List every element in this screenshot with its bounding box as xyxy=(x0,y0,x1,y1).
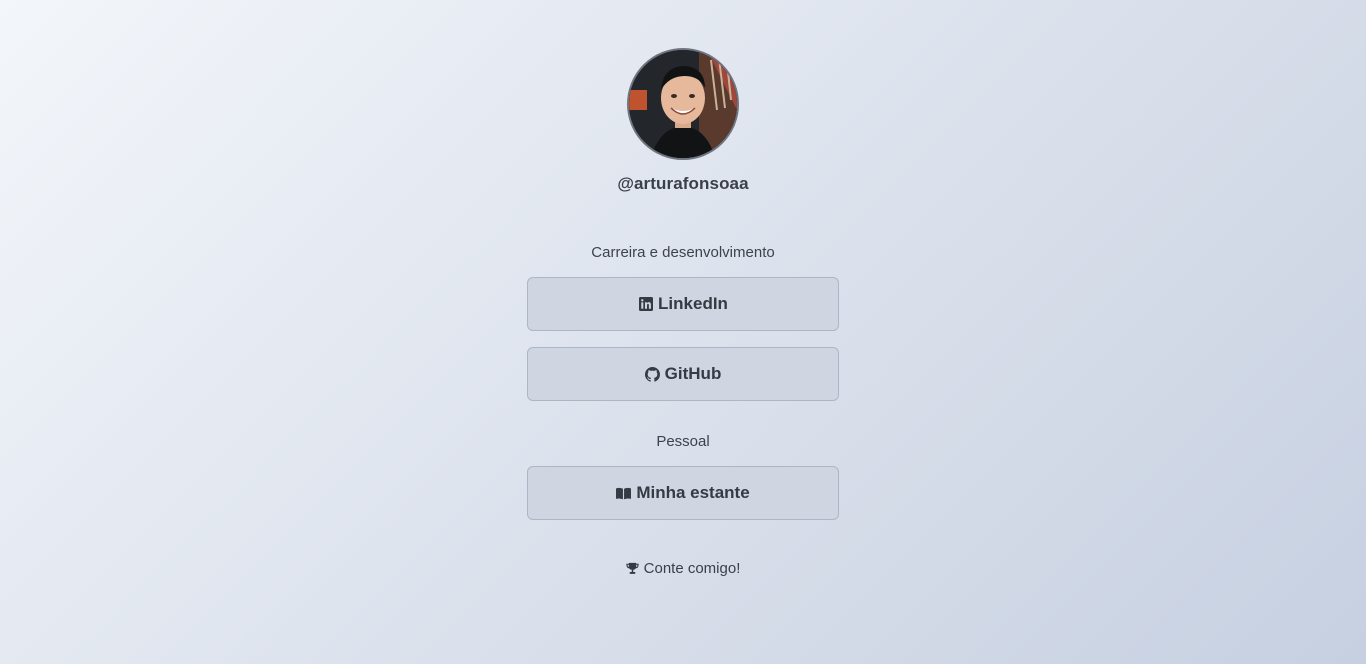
avatar xyxy=(627,48,739,160)
github-label: GitHub xyxy=(664,364,722,383)
book-open-icon xyxy=(616,486,632,501)
trophy-icon xyxy=(626,562,639,575)
bookshelf-button[interactable]: Minha estante xyxy=(527,466,839,520)
linkedin-button[interactable]: LinkedIn xyxy=(527,277,839,331)
avatar-photo xyxy=(629,50,737,158)
linkedin-icon xyxy=(638,297,653,312)
linkedin-label: LinkedIn xyxy=(658,294,728,313)
bookshelf-label: Minha estante xyxy=(636,483,750,502)
github-button[interactable]: GitHub xyxy=(527,347,839,401)
profile-handle: @arturafonsoaa xyxy=(617,174,749,193)
footer: Conte comigo! xyxy=(0,560,1366,577)
footer-text: Conte comigo! xyxy=(643,560,741,577)
link-page: @arturafonsoaa Carreira e desenvolviment… xyxy=(0,0,1366,664)
section-title-career: Carreira e desenvolvimento xyxy=(591,244,775,261)
github-icon xyxy=(644,366,660,382)
section-title-personal: Pessoal xyxy=(656,433,710,450)
